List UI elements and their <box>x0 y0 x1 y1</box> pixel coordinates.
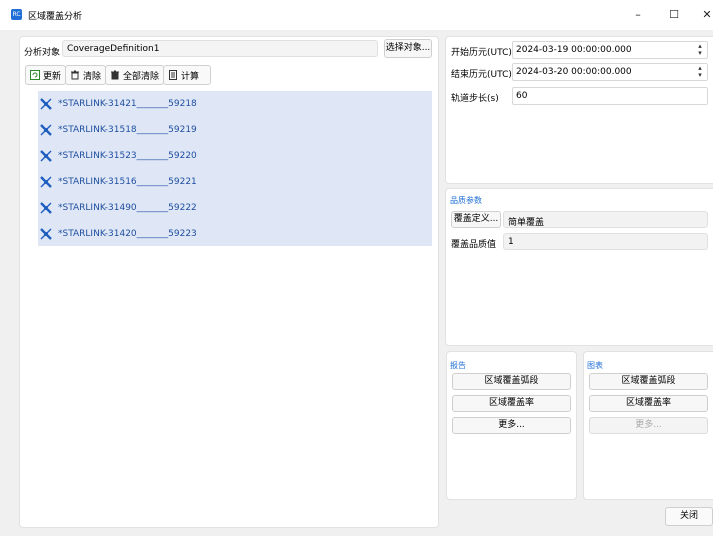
select-target-button[interactable]: 选择对象... <box>384 39 432 58</box>
refresh-icon <box>30 70 40 80</box>
refresh-button[interactable]: 更新 <box>25 65 67 85</box>
object-list <box>38 91 432 246</box>
refresh-label: 更新 <box>43 71 62 82</box>
step-input[interactable]: 60 <box>512 87 708 105</box>
clear-all-button[interactable]: 全部清除 <box>105 65 165 85</box>
end-epoch-input[interactable]: 2024-03-20 00:00:00.000 ▴ ▾ <box>512 63 708 81</box>
start-epoch-label: 开始历元(UTC) <box>451 48 512 58</box>
trash-icon <box>70 70 80 80</box>
quality-value-label: 覆盖品质值 <box>451 240 497 250</box>
list-item-label: *STARLINK-31516_______59221 <box>58 177 197 187</box>
chart-more-button[interactable]: 更多... <box>589 417 708 434</box>
satellite-icon <box>40 228 52 240</box>
list-item[interactable]: *STARLINK-31420_______59223 <box>40 226 197 242</box>
start-epoch-spinner[interactable]: ▴ ▾ <box>695 43 705 57</box>
satellite-icon <box>40 98 52 110</box>
chart-title: 图表 <box>587 361 603 370</box>
chart-coverage-rate-button[interactable]: 区域覆盖率 <box>589 395 708 412</box>
list-item[interactable]: *STARLINK-31516_______59221 <box>40 174 197 190</box>
calculator-icon <box>168 70 178 80</box>
satellite-icon <box>40 124 52 136</box>
list-item-label: *STARLINK-31490_______59222 <box>58 203 197 213</box>
clear-label: 清除 <box>83 71 102 82</box>
clear-all-label: 全部清除 <box>123 71 160 82</box>
step-label: 轨道步长(s) <box>451 94 499 104</box>
close-button[interactable]: 关闭 <box>665 507 713 526</box>
list-item-label: *STARLINK-31420_______59223 <box>58 229 197 239</box>
window-title: 区域覆盖分析 <box>28 12 83 22</box>
compute-button[interactable]: 计算 <box>163 65 211 85</box>
target-field: CoverageDefinition1 <box>62 40 378 57</box>
list-item[interactable]: *STARLINK-31518_______59219 <box>40 122 197 138</box>
list-item[interactable]: *STARLINK-31523_______59220 <box>40 148 197 164</box>
quality-value-field: 1 <box>503 233 708 250</box>
report-more-button[interactable]: 更多... <box>452 417 571 434</box>
quality-section-title: 品质参数 <box>450 196 482 205</box>
list-item[interactable]: *STARLINK-31421_______59218 <box>40 96 197 112</box>
maximize-button[interactable]: ☐ <box>664 6 684 24</box>
target-label: 分析对象 <box>24 48 61 58</box>
end-epoch-label: 结束历元(UTC) <box>451 70 512 80</box>
app-icon: RC <box>11 9 22 20</box>
coverage-type-field: 简单覆盖 <box>503 211 708 228</box>
satellite-icon <box>40 150 52 162</box>
compute-label: 计算 <box>181 71 200 82</box>
start-epoch-input[interactable]: 2024-03-19 00:00:00.000 ▴ ▾ <box>512 41 708 59</box>
coverage-define-button[interactable]: 覆盖定义... <box>451 211 501 228</box>
end-epoch-spinner[interactable]: ▴ ▾ <box>695 65 705 79</box>
end-epoch-value: 2024-03-20 00:00:00.000 <box>516 67 632 77</box>
report-coverage-rate-button[interactable]: 区域覆盖率 <box>452 395 571 412</box>
list-item-label: *STARLINK-31523_______59220 <box>58 151 197 161</box>
satellite-icon <box>40 202 52 214</box>
clear-button[interactable]: 清除 <box>65 65 107 85</box>
close-window-button[interactable]: ✕ <box>697 6 713 24</box>
start-epoch-value: 2024-03-19 00:00:00.000 <box>516 45 632 55</box>
title-bar: RC 区域覆盖分析 – ☐ ✕ <box>0 0 713 30</box>
minimize-button[interactable]: – <box>628 6 648 24</box>
chart-coverage-arc-button[interactable]: 区域覆盖弧段 <box>589 373 708 390</box>
list-item[interactable]: *STARLINK-31490_______59222 <box>40 200 197 216</box>
trash-all-icon <box>110 70 120 80</box>
list-item-label: *STARLINK-31518_______59219 <box>58 125 197 135</box>
report-coverage-arc-button[interactable]: 区域覆盖弧段 <box>452 373 571 390</box>
report-title: 报告 <box>450 361 466 370</box>
satellite-icon <box>40 176 52 188</box>
list-item-label: *STARLINK-31421_______59218 <box>58 99 197 109</box>
